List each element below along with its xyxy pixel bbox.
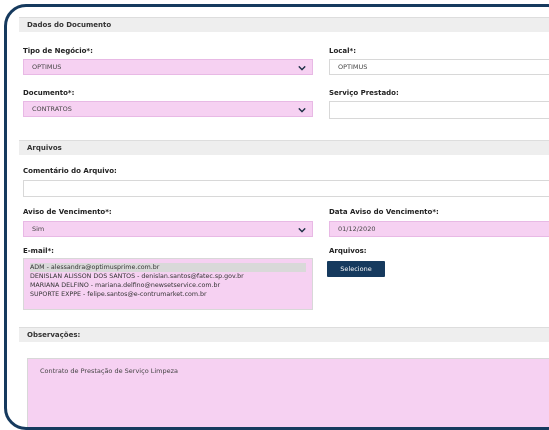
file-comment-input[interactable] [23,180,549,197]
section-document-data: Dados do Documento [19,17,549,32]
local-value: OPTIMUS [338,63,368,71]
expiry-notice-value: Sim [32,225,45,233]
section-title: Dados do Documento [27,21,112,29]
section-files: Arquivos [19,140,549,155]
local-label: Local*: [329,47,357,55]
email-label: E-mail*: [23,247,54,255]
app-frame: Dados do Documento Tipo de Negócio*: OPT… [4,4,549,430]
section-observations: Observações: [19,327,549,342]
service-field[interactable] [329,101,549,119]
email-option[interactable]: MARIANA DELFINO - mariana.delfino@newset… [30,281,306,290]
email-multiselect[interactable]: ADM - alessandra@optimusprime.com.br DEN… [23,258,313,310]
document-label: Documento*: [23,89,75,97]
expiry-date-value: 01/12/2020 [338,225,376,233]
expiry-date-input[interactable]: 01/12/2020 [329,221,549,237]
business-type-value: OPTIMUS [32,63,62,71]
expiry-date-label: Data Aviso do Vencimento*: [329,208,439,216]
observations-textarea[interactable]: Contrato de Prestação de Serviço Limpeza [27,358,549,427]
attachments-label: Arquivos: [329,247,367,255]
service-label: Serviço Prestado: [329,89,399,97]
observations-text: Contrato de Prestação de Serviço Limpeza [40,367,179,375]
business-type-label: Tipo de Negócio*: [23,47,93,55]
chevron-down-icon [298,65,306,71]
file-comment-label: Comentário do Arquivo: [23,167,117,175]
document-value: CONTRATOS [32,105,72,113]
local-field[interactable]: OPTIMUS [329,59,549,75]
chevron-down-icon [298,107,306,113]
chevron-down-icon [298,227,306,233]
business-type-select[interactable]: OPTIMUS [23,59,313,75]
section-title: Observações: [27,331,81,339]
expiry-notice-select[interactable]: Sim [23,221,313,237]
email-option[interactable]: SUPORTE EXPPE - felipe.santos@e-contruma… [30,290,306,299]
email-option[interactable]: DENISLAN ALISSON DOS SANTOS - denislan.s… [30,272,306,281]
email-option[interactable]: ADM - alessandra@optimusprime.com.br [30,263,306,272]
section-title: Arquivos [27,144,62,152]
document-select[interactable]: CONTRATOS [23,101,313,117]
select-files-button[interactable]: Selecione [327,261,385,277]
expiry-notice-label: Aviso de Vencimento*: [23,208,112,216]
